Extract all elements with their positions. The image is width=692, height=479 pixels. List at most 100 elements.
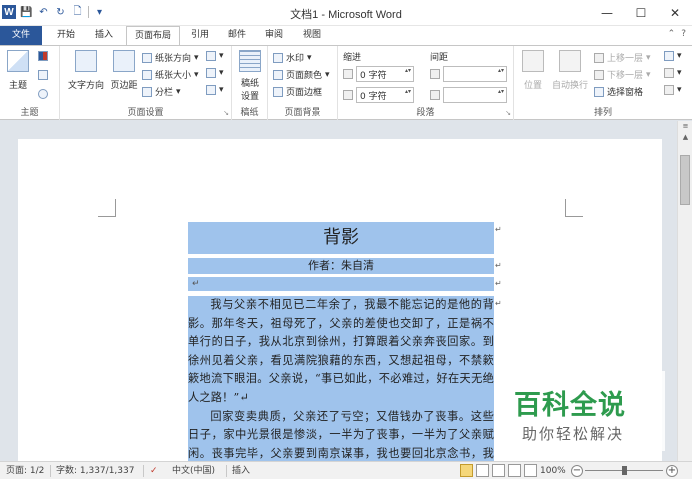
page-color-button[interactable]: 页面颜色 ▾ <box>273 68 330 81</box>
close-button[interactable]: ✕ <box>658 0 692 26</box>
spacing-before-input[interactable] <box>443 66 507 82</box>
group-page-setup: 文字方向 页边距 纸张方向 ▾ 纸张大小 ▾ 分栏 ▾ ▾ ▾ ▾ 页面设置 ↘ <box>60 46 232 120</box>
document-area[interactable]: ↵ ↵ ↵ ↵ 背影 作者：朱自清 ↵ 我与父亲不相见已二年余了，我最不能忘记的… <box>0 121 677 461</box>
ruler-toggle-icon[interactable]: ≡ <box>678 121 692 131</box>
manuscript-settings-button[interactable]: 稿纸 设置 <box>236 50 264 102</box>
body-paragraph[interactable]: 回家变卖典质，父亲还了亏空；又借钱办了丧事。这些日子，家中光景很是惨淡，一半为了… <box>188 408 494 461</box>
group-label-page-setup: 页面设置 <box>127 108 164 118</box>
page-color-icon <box>273 69 283 80</box>
group-paragraph: 缩进 间距 0 字符 0 字符 段落 ↘ <box>338 46 514 120</box>
group-label-manuscript: 稿纸 <box>240 108 259 118</box>
bring-forward-button[interactable]: 上移一层 ▾ <box>594 51 651 64</box>
watermark-icon <box>273 52 283 63</box>
tab-view[interactable]: 视图 <box>297 26 327 45</box>
page-count[interactable]: 页面: 1/2 <box>6 462 44 479</box>
minimize-ribbon-icon[interactable]: ⌃ <box>668 29 676 39</box>
window-title: 文档1 - Microsoft Word <box>290 9 402 21</box>
theme-colors-button[interactable] <box>38 51 48 61</box>
wrap-text-icon <box>559 50 581 72</box>
text-direction-button[interactable]: 文字方向 <box>66 50 106 91</box>
selection-pane-button[interactable]: 选择窗格 <box>594 85 643 98</box>
minimize-button[interactable]: — <box>590 0 624 26</box>
hyphenation-icon <box>206 85 216 95</box>
group-label-paragraph: 段落 <box>416 108 435 118</box>
size-button[interactable]: 纸张大小 ▾ <box>142 68 199 81</box>
tab-file[interactable]: 文件 <box>0 26 42 45</box>
cell-end-mark: ↵ <box>495 279 502 288</box>
page-setup-dialog-launcher-icon[interactable]: ↘ <box>223 109 229 117</box>
selection-pane-icon <box>594 86 604 97</box>
send-backward-button[interactable]: 下移一层 ▾ <box>594 68 651 81</box>
title-bar: W 💾 ↶ ↻ 🗋 ▾ 文档1 - Microsoft Word — ☐ ✕ <box>0 0 692 26</box>
scroll-thumb[interactable] <box>680 155 690 205</box>
zoom-out-icon[interactable]: − <box>571 465 583 477</box>
tab-insert[interactable]: 插入 <box>88 26 120 45</box>
indent-right-icon <box>343 90 353 100</box>
indent-right-input[interactable]: 0 字符 <box>356 87 414 103</box>
document-body[interactable]: 我与父亲不相见已二年余了，我最不能忘记的是他的背影。那年冬天，祖母死了，父亲的差… <box>188 296 494 461</box>
orientation-button[interactable]: 纸张方向 ▾ <box>142 51 199 64</box>
web-layout-view-icon[interactable] <box>492 464 505 477</box>
line-numbers-button[interactable]: ▾ <box>206 68 224 78</box>
maximize-button[interactable]: ☐ <box>624 0 658 26</box>
zoom-level[interactable]: 100% <box>540 462 566 479</box>
spacing-after-icon <box>430 90 440 100</box>
tab-references[interactable]: 引用 <box>185 26 215 45</box>
document-author[interactable]: 作者：朱自清 <box>188 258 494 274</box>
group-objects-button[interactable]: ▾ <box>664 68 682 78</box>
page-borders-button[interactable]: 页面边框 <box>273 85 322 98</box>
breaks-button[interactable]: ▾ <box>206 51 224 61</box>
tab-page-layout[interactable]: 页面布局 <box>126 26 180 46</box>
indent-left-input[interactable]: 0 字符 <box>356 66 414 82</box>
scroll-up-icon[interactable]: ▲ <box>678 131 692 143</box>
zoom-slider-thumb[interactable] <box>622 466 627 475</box>
empty-paragraph[interactable]: ↵ <box>192 279 200 289</box>
print-layout-view-icon[interactable] <box>460 464 473 477</box>
selection-highlight <box>188 277 494 291</box>
spacing-after-input[interactable] <box>443 87 507 103</box>
position-button[interactable]: 位置 <box>518 50 548 91</box>
wrap-text-button[interactable]: 自动换行 <box>550 50 590 91</box>
zoom-in-icon[interactable]: + <box>666 465 678 477</box>
site-watermark-title: 百科全说 <box>514 390 626 421</box>
size-icon <box>142 69 152 80</box>
word-count[interactable]: 字数: 1,337/1,337 <box>56 462 134 479</box>
align-button[interactable]: ▾ <box>664 51 682 61</box>
tab-review[interactable]: 审阅 <box>259 26 289 45</box>
rotate-button[interactable]: ▾ <box>664 85 682 95</box>
bring-forward-icon <box>594 52 604 63</box>
send-backward-icon <box>594 69 604 80</box>
window-controls: — ☐ ✕ <box>590 0 692 26</box>
text-direction-icon <box>75 50 97 72</box>
tab-home[interactable]: 开始 <box>50 26 82 45</box>
outline-view-icon[interactable] <box>508 464 521 477</box>
status-divider <box>226 465 227 477</box>
rotate-icon <box>664 85 674 95</box>
insert-mode[interactable]: 插入 <box>232 462 250 479</box>
tab-mailings[interactable]: 邮件 <box>222 26 252 45</box>
body-paragraph[interactable]: 我与父亲不相见已二年余了，我最不能忘记的是他的背影。那年冬天，祖母死了，父亲的差… <box>188 296 494 408</box>
status-divider <box>143 465 144 477</box>
paragraph-dialog-launcher-icon[interactable]: ↘ <box>505 109 511 117</box>
full-screen-reading-view-icon[interactable] <box>476 464 489 477</box>
vertical-scrollbar[interactable]: ≡ ▲ <box>677 121 692 461</box>
theme-fonts-button[interactable] <box>38 70 48 80</box>
align-icon <box>664 51 674 61</box>
language-indicator[interactable]: 中文(中国) <box>172 462 215 479</box>
hyphenation-button[interactable]: ▾ <box>206 85 224 95</box>
watermark-button[interactable]: 水印 ▾ <box>273 51 312 64</box>
line-numbers-icon <box>206 68 216 78</box>
draft-view-icon[interactable] <box>524 464 537 477</box>
columns-button[interactable]: 分栏 ▾ <box>142 85 181 98</box>
position-icon <box>522 50 544 72</box>
cell-end-mark: ↵ <box>495 225 502 234</box>
margins-button[interactable]: 页边距 <box>108 50 140 91</box>
themes-button[interactable]: 主题 <box>4 50 32 91</box>
help-icon[interactable]: ? <box>681 29 686 39</box>
group-arrange: 位置 自动换行 上移一层 ▾ 下移一层 ▾ 选择窗格 ▾ ▾ ▾ 排列 <box>514 46 692 120</box>
group-manuscript: 稿纸 设置 稿纸 <box>232 46 268 120</box>
theme-effects-button[interactable] <box>38 89 48 99</box>
document-title[interactable]: 背影 <box>188 222 494 254</box>
proofing-icon[interactable]: ✓ <box>150 462 158 479</box>
cell-end-mark: ↵ <box>495 299 502 308</box>
